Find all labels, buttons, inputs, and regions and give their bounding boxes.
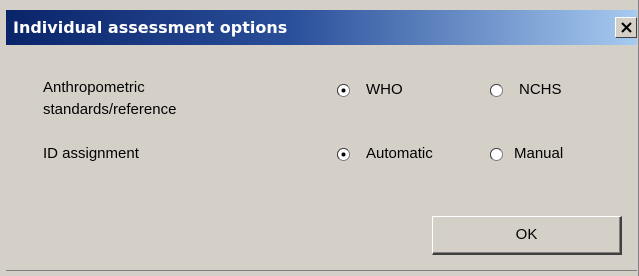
radio-who[interactable]: WHO xyxy=(337,80,403,100)
radio-selected-icon xyxy=(337,147,350,161)
ok-button[interactable]: OK xyxy=(432,216,622,255)
dialog-bottom-border xyxy=(6,270,637,271)
radio-nchs-label: NCHS xyxy=(519,81,562,98)
title-bar[interactable]: Individual assessment options xyxy=(6,10,637,45)
radio-selected-icon xyxy=(337,83,350,97)
radio-manual-label: Manual xyxy=(514,145,564,162)
anthropometric-label-line2: standards/reference xyxy=(43,101,177,118)
radio-automatic[interactable]: Automatic xyxy=(337,144,433,164)
radio-nchs[interactable]: NCHS xyxy=(490,80,562,100)
radio-unselected-icon xyxy=(490,83,503,97)
close-icon xyxy=(621,22,632,33)
radio-automatic-label: Automatic xyxy=(366,145,433,162)
assessment-options-dialog: Individual assessment options Anthropome… xyxy=(0,0,639,276)
radio-manual[interactable]: Manual xyxy=(490,144,563,164)
radio-unselected-icon xyxy=(490,147,503,161)
id-assignment-label: ID assignment xyxy=(43,145,139,162)
radio-who-label: WHO xyxy=(366,81,403,98)
close-button[interactable] xyxy=(615,17,637,38)
anthropometric-label-line1: Anthropometric xyxy=(43,79,145,96)
window-title: Individual assessment options xyxy=(13,18,288,37)
